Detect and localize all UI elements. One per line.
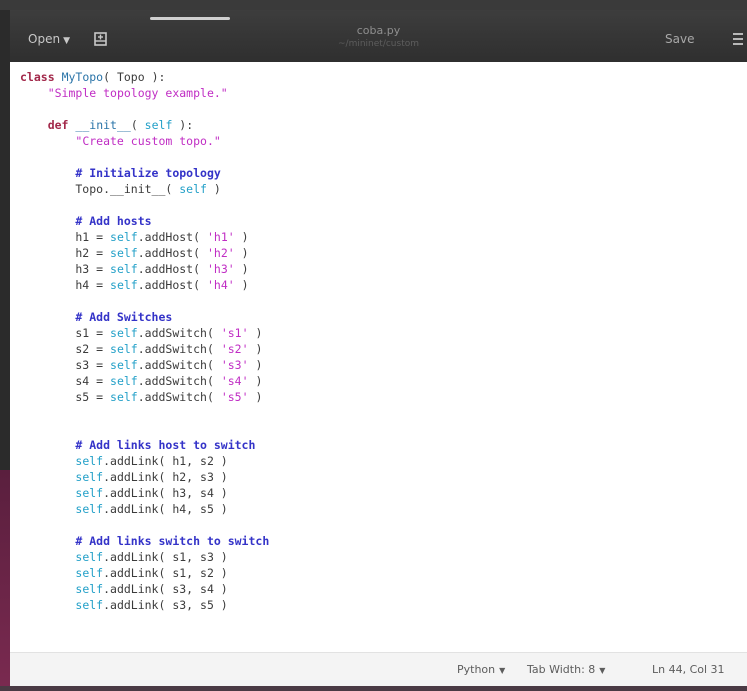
code-line[interactable]: self.addLink( h2, s3 ) — [20, 470, 227, 484]
code-line[interactable]: s2 = self.addSwitch( 's2' ) — [20, 342, 262, 356]
cursor-position: Ln 44, Col 31 — [652, 663, 725, 676]
code-line[interactable]: h2 = self.addHost( 'h2' ) — [20, 246, 248, 260]
code-line[interactable]: Topo.__init__( self ) — [20, 182, 220, 196]
code-line[interactable]: # Add links host to switch — [20, 438, 255, 452]
code-line[interactable]: # Initialize topology — [20, 166, 220, 180]
code-line[interactable]: self.addLink( s1, s2 ) — [20, 566, 227, 580]
text-editor-area[interactable]: class MyTopo( Topo ): "Simple topology e… — [10, 62, 747, 652]
code-line[interactable]: s4 = self.addSwitch( 's4' ) — [20, 374, 262, 388]
code-line[interactable]: h4 = self.addHost( 'h4' ) — [20, 278, 248, 292]
header-bar: Open ▼ coba.py ~/mininet/custom Save — [10, 10, 747, 62]
code-line[interactable]: # Add links switch to switch — [20, 534, 269, 548]
code-line[interactable]: self.addLink( h1, s2 ) — [20, 454, 227, 468]
tab-width-label: Tab Width: 8 — [527, 663, 596, 676]
title-area: coba.py ~/mininet/custom — [10, 24, 747, 49]
code-line[interactable]: s5 = self.addSwitch( 's5' ) — [20, 390, 262, 404]
code-line[interactable]: h3 = self.addHost( 'h3' ) — [20, 262, 248, 276]
status-bar: Python ▼ Tab Width: 8 ▼ Ln 44, Col 31 — [10, 652, 747, 686]
code-line[interactable]: self.addLink( h4, s5 ) — [20, 502, 227, 516]
code-line[interactable]: class MyTopo( Topo ): — [20, 70, 165, 84]
tab-width-selector[interactable]: Tab Width: 8 ▼ — [527, 663, 605, 676]
code-line[interactable]: self.addLink( s1, s3 ) — [20, 550, 227, 564]
document-title: coba.py — [356, 24, 401, 37]
code-line[interactable]: def __init__( self ): — [20, 118, 193, 132]
language-label: Python — [457, 663, 496, 676]
code-line[interactable]: # Add Switches — [20, 310, 172, 324]
code-line[interactable]: self.addLink( s3, s4 ) — [20, 582, 227, 596]
code-line[interactable]: s3 = self.addSwitch( 's3' ) — [20, 358, 262, 372]
gedit-window: Open ▼ coba.py ~/mininet/custom Save clas… — [10, 10, 747, 686]
code-view[interactable]: class MyTopo( Topo ): "Simple topology e… — [20, 69, 269, 613]
window-drag-indicator[interactable] — [150, 17, 230, 20]
document-path: ~/mininet/custom — [338, 39, 419, 49]
desktop-dock-edge — [0, 686, 747, 691]
chevron-down-icon: ▼ — [499, 666, 506, 675]
code-line[interactable]: "Simple topology example." — [20, 86, 228, 100]
code-line[interactable]: s1 = self.addSwitch( 's1' ) — [20, 326, 262, 340]
code-line[interactable]: self.addLink( h3, s4 ) — [20, 486, 227, 500]
code-line[interactable]: "Create custom topo." — [20, 134, 220, 148]
language-selector[interactable]: Python ▼ — [457, 663, 505, 676]
save-button[interactable]: Save — [665, 28, 694, 50]
hamburger-menu-icon[interactable] — [730, 30, 747, 48]
chevron-down-icon: ▼ — [599, 666, 606, 675]
code-line[interactable]: self.addLink( s3, s5 ) — [20, 598, 227, 612]
code-line[interactable]: h1 = self.addHost( 'h1' ) — [20, 230, 248, 244]
desktop-background — [0, 0, 747, 10]
code-line[interactable]: # Add hosts — [20, 214, 151, 228]
